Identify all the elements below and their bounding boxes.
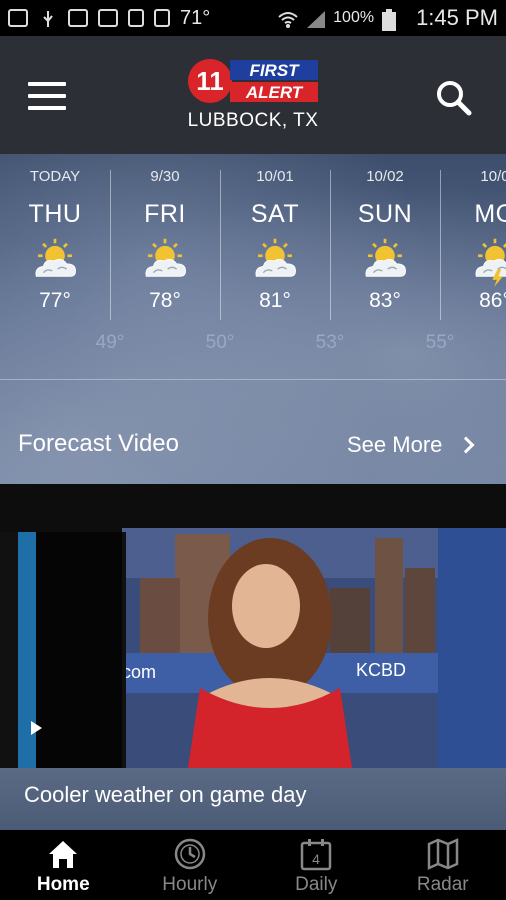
forecast-day-0[interactable]: TODAY THU 77° [0,166,110,316]
partly-sunny-icon [138,237,192,287]
error-notification-icon [154,9,170,27]
forecast-divider [0,379,506,380]
forecast-high-temp: 83° [369,289,401,312]
wifi-icon [277,9,298,28]
forecast-day-of-week: SUN [357,200,413,228]
map-icon [425,836,461,872]
play-icon [31,721,42,735]
chevron-right-icon [457,436,475,454]
mail-icon [98,9,118,27]
play-button[interactable] [22,714,50,742]
forecast-day-of-week: SAT [250,200,300,228]
video-caption-bar: Cooler weather on game day [0,768,506,830]
status-temperature: 71° [180,6,211,29]
search-icon [437,81,472,116]
partly-sunny-icon [358,237,412,287]
forecast-high-temp: 86° [479,289,506,312]
forecast-day-1[interactable]: 9/30 FRI 78° [110,166,220,316]
home-icon [45,836,81,872]
forecast-column-divider [220,170,221,320]
image-notification-icon [68,9,88,27]
status-time: 1:45 PM [416,5,498,30]
forecast-day-of-week: FRI [144,200,186,228]
forecast-date: 10/0 [480,168,506,185]
forecast-strip[interactable]: TODAY THU 77° 9/30 FRI 78° 10/01 SAT 81° 10/02 SUN… [0,154,506,374]
video-overlay-text-left: com [122,662,156,682]
thunderstorm-sun-icon [468,237,506,287]
first-alert-logo: 11 FIRST ALERT [188,58,320,104]
forecast-low-temp: 55° [425,332,455,353]
forecast-column-divider [110,170,111,320]
nav-label: Daily [295,874,338,895]
forecast-day-of-week: THU [28,200,82,228]
location-label: LUBBOCK, TX [187,110,319,131]
svg-text:4: 4 [312,851,320,867]
bottom-nav: Home Hourly 4 Daily Radar [0,830,506,900]
nav-label: Hourly [162,874,218,895]
forecast-panel: TODAY THU 77° 9/30 FRI 78° 10/01 SAT 81° 10/02 SUN… [0,154,506,484]
logo-text-bottom: ALERT [245,83,304,102]
video-thumbnail[interactable]: com KCBD [0,528,506,768]
forecast-low-temp: 53° [315,332,345,353]
signal-icon [305,9,326,28]
status-bar: 71° 100% 1:45 PM [0,0,506,36]
nav-item-radar[interactable]: Radar [380,830,506,900]
forecast-high-temp: 81° [259,289,291,312]
video-caption: Cooler weather on game day [24,782,307,807]
battery-percent: 100% [333,9,375,26]
nav-item-daily[interactable]: 4 Daily [253,830,380,900]
forecast-video-title: Forecast Video [18,430,179,457]
forecast-date: 10/01 [256,168,294,185]
nav-label: Home [36,874,90,895]
plus-notification-icon [8,9,28,27]
forecast-date: TODAY [29,168,81,185]
battery-icon [382,9,402,31]
forecast-video-card[interactable]: com KCBD Cooler weather on game day [0,484,506,830]
partly-sunny-icon [28,237,82,287]
calendar-icon: 4 [298,836,334,872]
nav-label: Radar [416,874,469,895]
menu-button[interactable] [28,82,66,110]
forecast-date: 10/02 [366,168,404,185]
clock-icon [172,836,208,872]
forecast-date: 9/30 [150,168,180,185]
forecast-column-divider [440,170,441,320]
logo-text-top: FIRST [249,61,300,80]
partly-sunny-icon [248,237,302,287]
forecast-high-temp: 77° [39,289,71,312]
see-more-link[interactable]: See More [347,432,475,458]
forecast-high-temp: 78° [149,289,181,312]
nav-item-hourly[interactable]: Hourly [127,830,254,900]
forecast-day-2[interactable]: 10/01 SAT 81° [220,166,330,316]
menu-line [28,82,66,86]
forecast-day-3[interactable]: 10/02 SUN 83° [330,166,440,316]
forecast-column-divider [330,170,331,320]
video-overlay-text-right: KCBD [356,660,406,680]
usb-icon [38,9,58,27]
app-header: 11 FIRST ALERT LUBBOCK, TX [0,36,506,154]
status-icons-left: 71° [8,7,277,30]
forecast-day-of-week: MO [474,200,506,228]
menu-line [28,94,66,98]
storage-icon [128,9,144,27]
search-button[interactable] [434,78,474,118]
status-icons-right: 100% 1:45 PM [277,5,498,31]
forecast-low-temp: 50° [205,332,235,353]
forecast-low-temp: 49° [95,332,125,353]
see-more-label: See More [347,432,443,457]
logo-number: 11 [196,66,224,96]
nav-item-home[interactable]: Home [0,830,127,900]
forecast-day-4[interactable]: 10/0 MO 86° [440,166,506,316]
